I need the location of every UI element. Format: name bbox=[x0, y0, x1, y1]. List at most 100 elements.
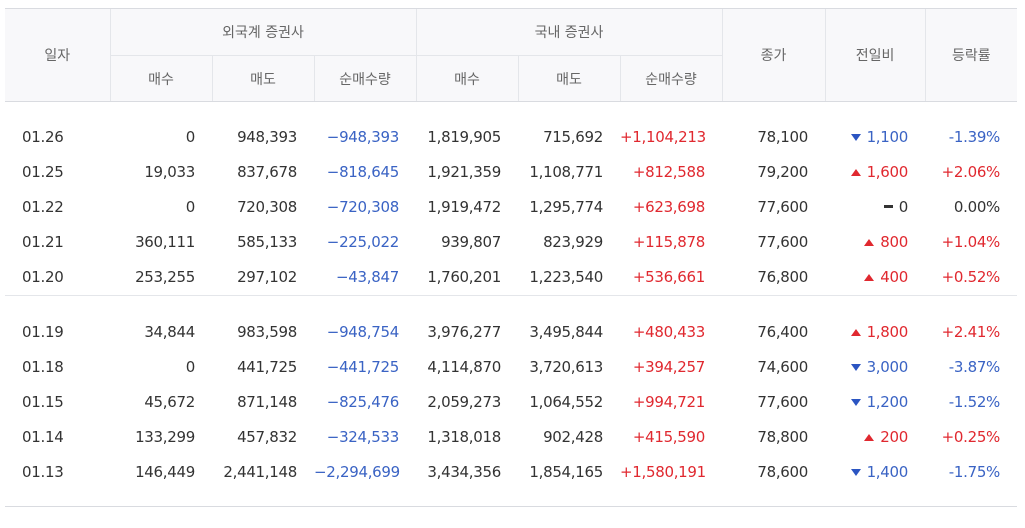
cell-foreign-sell: 983,598 bbox=[237, 322, 297, 341]
cell-foreign-sell: 297,102 bbox=[237, 267, 297, 286]
cell-foreign-sell: 871,148 bbox=[237, 392, 297, 411]
header-foreign-sell: 매도 bbox=[211, 55, 314, 102]
header-close-price: 종가 bbox=[721, 8, 826, 102]
change-value: 1,400 bbox=[866, 462, 909, 481]
row-spacer bbox=[5, 102, 1017, 120]
cell-change-rate: -1.52% bbox=[948, 392, 1001, 411]
spacer-cell bbox=[5, 489, 1018, 507]
cell-date: 01.19 bbox=[22, 322, 64, 341]
cell-domestic-net: +115,878 bbox=[632, 232, 706, 251]
cell-foreign-net: −948,393 bbox=[326, 127, 400, 146]
change-value: 0 bbox=[898, 197, 909, 216]
cell-domestic-sell: 715,692 bbox=[543, 127, 603, 146]
header-domestic-sell: 매도 bbox=[517, 55, 620, 102]
cell-foreign-buy: 253,255 bbox=[135, 267, 195, 286]
table-row: 01.13 146,449 2,441,148 −2,294,699 3,434,356… bbox=[5, 454, 1017, 489]
cell-domestic-buy: 2,059,273 bbox=[427, 392, 501, 411]
header-domestic-net: 순매수량 bbox=[619, 55, 723, 102]
row-spacer bbox=[5, 489, 1018, 507]
cell-close-price: 77,600 bbox=[757, 197, 809, 216]
cell-date: 01.20 bbox=[22, 267, 64, 286]
cell-domestic-sell: 3,720,613 bbox=[529, 357, 603, 376]
up-triangle-icon bbox=[850, 328, 861, 336]
cell-foreign-net: −324,533 bbox=[326, 427, 400, 446]
cell-close-price: 78,800 bbox=[757, 427, 809, 446]
cell-date: 01.22 bbox=[22, 197, 64, 216]
cell-foreign-net: −818,645 bbox=[326, 162, 400, 181]
cell-domestic-sell: 1,223,540 bbox=[529, 267, 603, 286]
cell-date: 01.18 bbox=[22, 357, 64, 376]
cell-domestic-buy: 1,760,201 bbox=[427, 267, 501, 286]
cell-foreign-buy: 19,033 bbox=[144, 162, 195, 181]
cell-change: 3,000 bbox=[825, 349, 925, 384]
down-triangle-icon bbox=[850, 133, 861, 141]
row-spacer bbox=[5, 296, 1017, 315]
cell-domestic-net: +536,661 bbox=[632, 267, 706, 286]
cell-change-rate: +1.04% bbox=[941, 232, 1001, 251]
cell-foreign-net: −825,476 bbox=[326, 392, 400, 411]
cell-foreign-buy: 45,672 bbox=[144, 392, 195, 411]
cell-domestic-buy: 1,318,018 bbox=[427, 427, 501, 446]
cell-close-price: 78,600 bbox=[757, 462, 809, 481]
cell-domestic-buy: 1,919,472 bbox=[427, 197, 501, 216]
cell-date: 01.21 bbox=[22, 232, 64, 251]
cell-foreign-buy: 34,844 bbox=[144, 322, 195, 341]
cell-domestic-buy: 939,807 bbox=[441, 232, 501, 251]
cell-change: 1,200 bbox=[825, 384, 925, 419]
up-triangle-icon bbox=[850, 168, 861, 176]
cell-change: 0 bbox=[825, 189, 925, 224]
down-triangle-icon bbox=[850, 468, 861, 476]
cell-foreign-sell: 441,725 bbox=[237, 357, 297, 376]
cell-foreign-sell: 837,678 bbox=[237, 162, 297, 181]
cell-change-rate: -3.87% bbox=[948, 357, 1001, 376]
table-row: 01.20 253,255 297,102 −43,847 1,760,201 1,223… bbox=[5, 259, 1017, 294]
cell-domestic-sell: 1,295,774 bbox=[529, 197, 603, 216]
up-triangle-icon bbox=[864, 433, 875, 441]
cell-domestic-sell: 902,428 bbox=[543, 427, 603, 446]
table-row: 01.15 45,672 871,148 −825,476 2,059,273 1,064… bbox=[5, 384, 1017, 419]
table-header: 일자 외국계 증권사 국내 증권사 종가 전일비 등락률 매수 매도 순매수량 … bbox=[5, 8, 1018, 102]
table-row: 01.25 19,033 837,678 −818,645 1,921,359 1,108… bbox=[5, 154, 1017, 189]
cell-change-rate: +2.41% bbox=[941, 322, 1001, 341]
cell-change: 1,600 bbox=[825, 154, 925, 189]
table-row: 01.19 34,844 983,598 −948,754 3,976,277 3,495… bbox=[5, 314, 1017, 349]
cell-foreign-buy: 0 bbox=[185, 357, 196, 376]
cell-domestic-buy: 3,434,356 bbox=[427, 462, 501, 481]
cell-domestic-sell: 823,929 bbox=[543, 232, 603, 251]
cell-domestic-buy: 4,114,870 bbox=[427, 357, 501, 376]
cell-domestic-net: +394,257 bbox=[632, 357, 706, 376]
cell-date: 01.25 bbox=[22, 162, 64, 181]
cell-domestic-net: +812,588 bbox=[632, 162, 706, 181]
cell-change: 1,400 bbox=[825, 454, 925, 489]
table-row: 01.22 0 720,308 −720,308 1,919,472 1,295,774 +… bbox=[5, 189, 1017, 224]
cell-domestic-net: +994,721 bbox=[632, 392, 706, 411]
cell-foreign-net: −720,308 bbox=[326, 197, 400, 216]
cell-foreign-sell: 457,832 bbox=[237, 427, 297, 446]
cell-foreign-sell: 720,308 bbox=[237, 197, 297, 216]
cell-foreign-sell: 2,441,148 bbox=[223, 462, 297, 481]
table-row: 01.14 133,299 457,832 −324,533 1,318,018 902,… bbox=[5, 419, 1017, 454]
cell-foreign-net: −225,022 bbox=[326, 232, 400, 251]
header-change-rate: 등락률 bbox=[924, 8, 1018, 102]
cell-change-rate: +2.06% bbox=[941, 162, 1001, 181]
cell-change-rate: -1.39% bbox=[948, 127, 1001, 146]
cell-domestic-net: +415,590 bbox=[632, 427, 706, 446]
cell-change: 200 bbox=[825, 419, 925, 454]
cell-change: 1,800 bbox=[825, 314, 925, 349]
broker-trading-table: 일자 외국계 증권사 국내 증권사 종가 전일비 등락률 매수 매도 순매수량 … bbox=[5, 8, 1018, 507]
change-value: 800 bbox=[880, 232, 909, 251]
cell-foreign-buy: 146,449 bbox=[135, 462, 195, 481]
cell-foreign-buy: 133,299 bbox=[135, 427, 195, 446]
cell-domestic-net: +1,580,191 bbox=[620, 462, 706, 481]
header-foreign-brokers: 외국계 증권사 bbox=[109, 8, 416, 56]
table-body: 01.26 0 948,393 −948,393 1,819,905 715,692 +1,… bbox=[5, 102, 1018, 507]
cell-domestic-buy: 1,819,905 bbox=[427, 127, 501, 146]
cell-domestic-net: +480,433 bbox=[632, 322, 706, 341]
cell-change: 800 bbox=[825, 224, 925, 259]
header-domestic-buy: 매수 bbox=[415, 55, 518, 102]
spacer-cell bbox=[5, 296, 1017, 315]
cell-close-price: 79,200 bbox=[757, 162, 809, 181]
cell-date: 01.13 bbox=[22, 462, 64, 481]
header-change: 전일비 bbox=[824, 8, 926, 102]
cell-foreign-sell: 585,133 bbox=[237, 232, 297, 251]
